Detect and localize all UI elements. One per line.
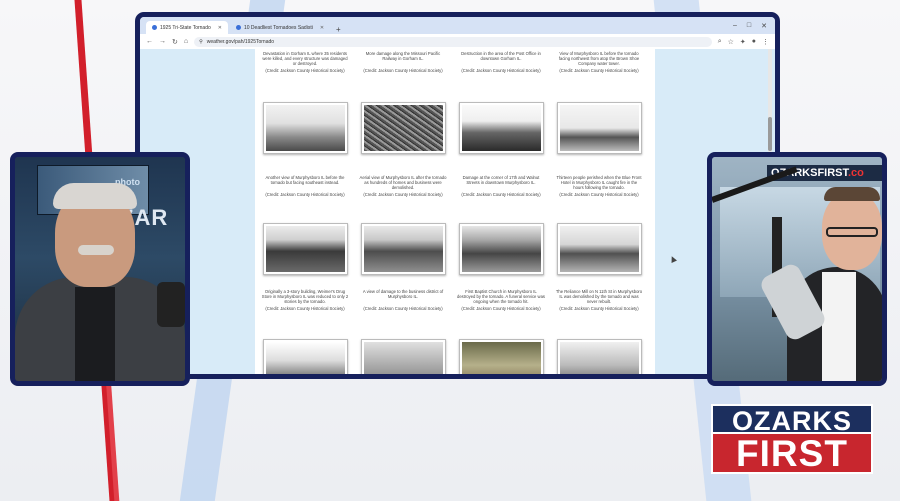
search-icon[interactable]: ⌕ <box>718 38 722 46</box>
photo-credit: (Credit: Jackson County Historical Socie… <box>265 68 345 73</box>
minimize-icon[interactable]: – <box>733 22 737 30</box>
extensions-icon[interactable]: ✦ <box>740 38 746 46</box>
photo-credit: (Credit: Jackson County Historical Socie… <box>461 68 541 73</box>
photo-caption: Originally a 3-story building, Weimer's … <box>261 289 349 304</box>
host-glasses <box>826 227 878 237</box>
browser-window: 1925 Tri-State Tornado ✕ 10 Deadliest To… <box>135 12 780 379</box>
photo-caption: Another view of Murphysboro IL before th… <box>265 175 345 185</box>
gallery-item: Aerial view of Murphysboro IL after the … <box>359 175 447 197</box>
photo-caption: First Baptist Church in Murphysboro IL d… <box>457 289 545 304</box>
gallery-photo[interactable] <box>459 339 544 374</box>
web-viewport: Devastation in Gorham IL where 35 reside… <box>140 49 775 374</box>
favicon-icon <box>235 25 241 30</box>
gallery-photo[interactable] <box>361 223 446 275</box>
microphone-icon <box>157 282 185 327</box>
favicon-icon <box>152 25 157 30</box>
gallery-photo[interactable] <box>557 223 642 275</box>
tab-deadliest-tornadoes[interactable]: 10 Deadliest Tornadoes Sadisti ✕ <box>230 21 330 34</box>
menu-kebab-icon[interactable]: ⋮ <box>762 38 769 46</box>
close-window-icon[interactable]: ✕ <box>761 22 767 30</box>
guest-mustache <box>78 245 114 255</box>
mouse-cursor-icon <box>669 255 677 263</box>
url-text: weather.gov/pah/1925Tornado <box>206 38 275 45</box>
photo-credit: (Credit: Jackson County Historical Socie… <box>363 306 443 311</box>
gallery-item: Another view of Murphysboro IL before th… <box>261 175 349 197</box>
gallery-photo[interactable] <box>263 102 348 154</box>
photo-caption: More damage along the Missouri Pacific R… <box>365 51 441 61</box>
logo-top-text: OZARKS <box>711 404 873 436</box>
tab-tri-state-tornado[interactable]: 1925 Tri-State Tornado ✕ <box>146 21 228 34</box>
gallery-photo[interactable] <box>459 102 544 154</box>
window-controls: – □ ✕ <box>733 22 775 30</box>
photo-caption: Destruction in the area of the Post Offi… <box>461 51 541 61</box>
photo-caption: A view of damage to the business distric… <box>362 289 444 299</box>
gallery-photo[interactable] <box>459 223 544 275</box>
gallery-photo[interactable] <box>263 339 348 374</box>
host-hair <box>824 187 880 201</box>
photo-credit: (Credit: Jackson County Historical Socie… <box>363 192 443 197</box>
studio-logo-tail: .co <box>848 167 864 179</box>
photo-credit: (Credit: Jackson County Historical Socie… <box>559 306 639 311</box>
gallery-photo[interactable] <box>361 102 446 154</box>
gallery-photo[interactable] <box>361 339 446 374</box>
photo-caption: Damage at the corner of 17th and Walnut … <box>462 175 540 185</box>
tab-label: 1925 Tri-State Tornado <box>160 24 211 31</box>
close-tab-icon[interactable]: ✕ <box>218 25 222 31</box>
gallery-item: Destruction in the area of the Post Offi… <box>457 51 545 73</box>
gallery-item: More damage along the Missouri Pacific R… <box>359 51 447 73</box>
gallery-photo[interactable] <box>557 102 642 154</box>
gallery-item: First Baptist Church in Murphysboro IL d… <box>457 289 545 311</box>
photo-credit: (Credit: Jackson County Historical Socie… <box>461 192 541 197</box>
close-tab-icon[interactable]: ✕ <box>320 25 324 31</box>
gallery-item: Thirteen people perished when the Blue F… <box>555 175 643 197</box>
guest-shirt <box>75 287 115 381</box>
profile-avatar-icon[interactable]: ● <box>752 38 756 45</box>
tab-bar: 1925 Tri-State Tornado ✕ 10 Deadliest To… <box>140 17 775 34</box>
photo-caption: Aerial view of Murphysboro IL after the … <box>359 175 447 190</box>
photo-credit: (Credit: Jackson County Historical Socie… <box>461 306 541 311</box>
new-tab-icon[interactable]: + <box>332 25 345 34</box>
gallery-item: Originally a 3-story building, Weimer's … <box>261 289 349 311</box>
photo-caption: Devastation in Gorham IL where 35 reside… <box>262 51 348 66</box>
logo-bottom-text: FIRST <box>711 434 873 474</box>
gallery-item: View of Murphysboro IL before the tornad… <box>555 51 643 73</box>
ozarks-first-logo: OZARKS FIRST <box>711 404 873 474</box>
reload-icon[interactable]: ↻ <box>172 38 178 46</box>
photo-credit: (Credit: Jackson County Historical Socie… <box>559 192 639 197</box>
bookmark-star-icon[interactable]: ☆ <box>728 38 734 46</box>
right-camera-feed: OZARKSFIRST.co <box>707 152 887 386</box>
photo-credit: (Credit: Jackson County Historical Socie… <box>363 68 443 73</box>
address-bar-row: ← → ↻ ⌂ ⚲ weather.gov/pah/1925Tornado ⌕ … <box>140 34 775 50</box>
host-shirt <box>822 272 856 381</box>
scrollbar-thumb[interactable] <box>768 117 772 151</box>
photo-caption: Thirteen people perished when the Blue F… <box>556 175 642 190</box>
gallery-item: A view of damage to the business distric… <box>359 289 447 311</box>
gallery-item: Devastation in Gorham IL where 35 reside… <box>261 51 349 73</box>
url-field[interactable]: ⚲ weather.gov/pah/1925Tornado <box>194 36 712 47</box>
maximize-icon[interactable]: □ <box>747 22 751 30</box>
photo-caption: View of Murphysboro IL before the tornad… <box>558 51 640 66</box>
tab-label: 10 Deadliest Tornadoes Sadisti <box>243 24 313 31</box>
photo-gallery-page: Devastation in Gorham IL where 35 reside… <box>255 49 655 374</box>
guest-hair <box>53 183 137 209</box>
gallery-photo[interactable] <box>557 339 642 374</box>
gallery-item: Damage at the corner of 17th and Walnut … <box>457 175 545 197</box>
home-icon[interactable]: ⌂ <box>184 38 188 45</box>
photo-credit: (Credit: Jackson County Historical Socie… <box>265 306 345 311</box>
photo-credit: (Credit: Jackson County Historical Socie… <box>265 192 345 197</box>
forward-icon[interactable]: → <box>159 38 166 45</box>
back-icon[interactable]: ← <box>146 38 153 45</box>
gallery-photo[interactable] <box>263 223 348 275</box>
photo-caption: The Reliance Mill on N 11th St in Murphy… <box>555 289 643 304</box>
gallery-item: The Reliance Mill on N 11th St in Murphy… <box>555 289 643 311</box>
site-info-icon[interactable]: ⚲ <box>199 39 203 45</box>
left-camera-feed: photo ZAR <box>10 152 190 386</box>
photo-credit: (Credit: Jackson County Historical Socie… <box>559 68 639 73</box>
